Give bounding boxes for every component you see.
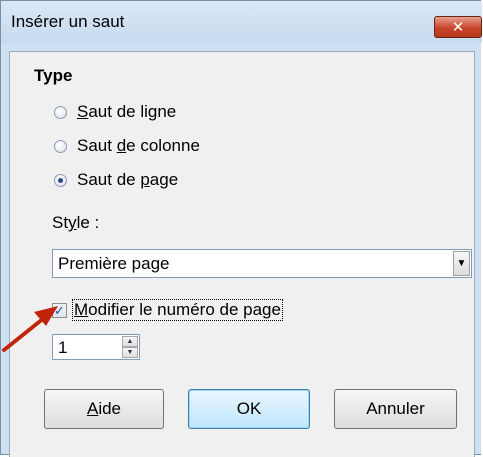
annotation-arrow-line (2, 316, 46, 352)
annotation-arrow (2, 306, 58, 352)
